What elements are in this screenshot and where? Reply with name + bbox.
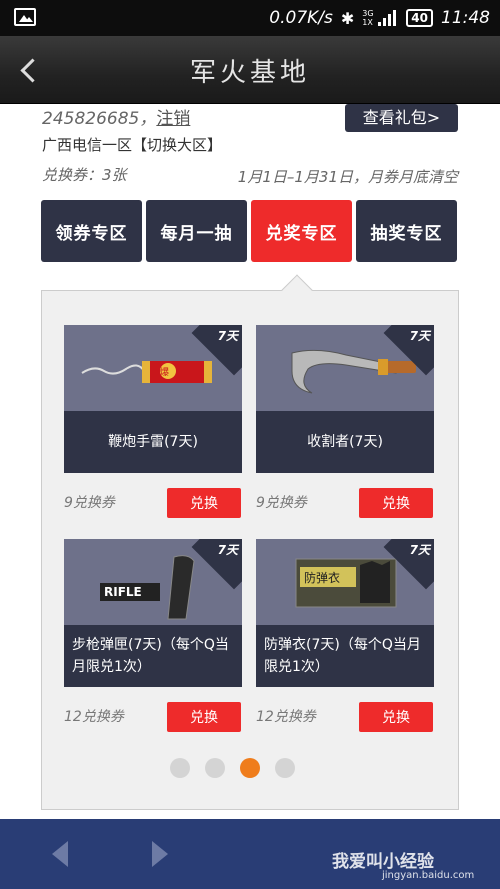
watermark-url: jingyan.baidu.com [382, 870, 475, 881]
duration-badge-label: 7天 [217, 543, 238, 557]
item-name: 防弹衣(7天)（每个Q当月限兑1次） [256, 625, 434, 687]
item-card[interactable]: 7天 收割者(7天) [256, 325, 434, 473]
status-bar: 0.07K/s ✱ 3G 1X 40 11:48 [0, 0, 500, 36]
battery-icon: 40 [406, 9, 433, 27]
duration-badge-label: 7天 [409, 329, 430, 343]
item-name: 鞭炮手雷(7天) [64, 411, 242, 473]
item-image: 爆 7天 [64, 325, 242, 411]
item-card[interactable]: 防弹衣 7天 防弹衣(7天)（每个Q当月限兑1次） [256, 539, 434, 687]
item-image: RIFLE 7天 [64, 539, 242, 625]
item-image: 7天 [256, 325, 434, 411]
status-indicators: 0.07K/s ✱ 3G 1X 40 11:48 [269, 7, 490, 29]
page-dot-4[interactable] [275, 758, 295, 778]
main-content: 245826685，注销 查看礼包> 广西电信一区【切换大区】 兑换券：3张 1… [0, 104, 500, 819]
bottom-nav-bar: 我爱叫小经验 jingyan.baidu.com [0, 819, 500, 889]
net-speed: 0.07K/s [269, 8, 333, 28]
item-name: 收割者(7天) [256, 411, 434, 473]
svg-text:爆: 爆 [160, 366, 169, 378]
page-dot-3[interactable] [240, 758, 260, 778]
region-line: 广西电信一区【切换大区】 [42, 134, 222, 155]
redeem-button[interactable]: 兑换 [359, 488, 433, 518]
item-price: 12兑换券 [256, 709, 316, 725]
title-bar: 军火基地 [0, 36, 500, 104]
item-price: 12兑换券 [64, 709, 124, 725]
tab-monthly-draw[interactable]: 每月一抽 [146, 200, 247, 262]
watermark: 我爱叫小经验 [332, 852, 434, 872]
signal-icon: 3G 1X [362, 9, 398, 27]
signal-bottom-label: 1X [362, 18, 373, 27]
item-price: 9兑换券 [256, 495, 307, 511]
tab-claim-vouchers[interactable]: 领券专区 [41, 200, 142, 262]
account-line: 245826685，注销 [42, 104, 190, 129]
redeem-button[interactable]: 兑换 [167, 702, 241, 732]
date-note: 1月1日–1月31日，月券月底清空 [237, 168, 458, 186]
item-image: 防弹衣 7天 [256, 539, 434, 625]
redeem-button[interactable]: 兑换 [167, 488, 241, 518]
signal-top-label: 3G [362, 9, 374, 18]
tab-bar: 领券专区 每月一抽 兑奖专区 抽奖专区 [41, 200, 457, 262]
qq-number: 245826685， [42, 109, 157, 129]
page-dot-2[interactable] [205, 758, 225, 778]
bluetooth-icon: ✱ [340, 8, 355, 28]
duration-badge-label: 7天 [217, 329, 238, 343]
page-title: 军火基地 [189, 58, 310, 88]
tab-lottery[interactable]: 抽奖专区 [356, 200, 457, 262]
region-name: 广西电信一区 [42, 136, 133, 154]
rifle-label: RIFLE [104, 585, 142, 599]
page-dot-1[interactable] [170, 758, 190, 778]
switch-region-link[interactable]: 【切换大区】 [132, 136, 222, 154]
tab-redeem[interactable]: 兑奖专区 [251, 200, 352, 262]
voucher-count: 兑换券：3张 [42, 166, 127, 184]
view-gift-button[interactable]: 查看礼包> [345, 104, 458, 132]
logout-link[interactable]: 注销 [156, 109, 190, 129]
pagination-dots [170, 758, 295, 778]
clock: 11:48 [441, 8, 490, 28]
duration-badge-label: 7天 [409, 543, 430, 557]
gallery-icon [14, 8, 36, 26]
nav-back-icon[interactable] [52, 841, 68, 867]
item-price: 9兑换券 [64, 495, 115, 511]
vest-label: 防弹衣 [304, 570, 340, 585]
item-card[interactable]: 爆 7天 鞭炮手雷(7天) [64, 325, 242, 473]
item-name: 步枪弹匣(7天)（每个Q当月限兑1次） [64, 625, 242, 687]
nav-forward-icon[interactable] [152, 841, 168, 867]
item-card[interactable]: RIFLE 7天 步枪弹匣(7天)（每个Q当月限兑1次） [64, 539, 242, 687]
redeem-button[interactable]: 兑换 [359, 702, 433, 732]
